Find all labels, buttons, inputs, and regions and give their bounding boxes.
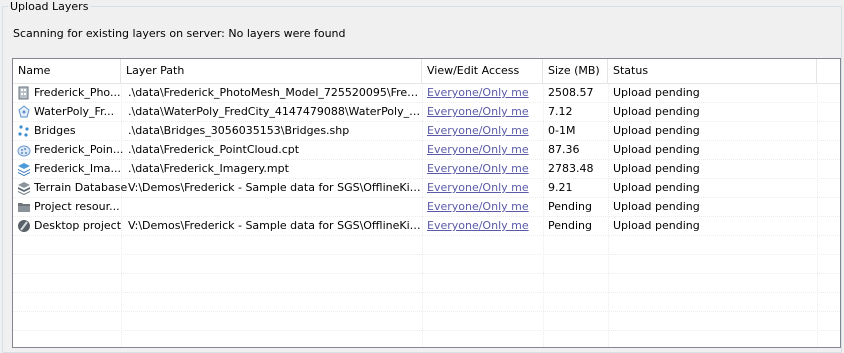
row-name: Terrain Database [34,181,128,194]
table-row[interactable]: Bridges .\data\Bridges_3056035153\Bridge… [13,122,840,141]
column-header-access[interactable]: View/Edit Access [422,59,543,83]
empty-row [13,236,840,255]
row-size: 2508.57 [548,86,594,99]
row-name: Frederick_Poin... [34,143,124,156]
building-mesh-icon [18,86,29,100]
row-status: Upload pending [613,143,700,156]
row-status: Upload pending [613,200,700,213]
empty-row [13,331,840,347]
row-status: Upload pending [613,181,700,194]
desktop-project-icon [18,220,30,232]
row-path [123,198,423,216]
imagery-layers-icon [18,163,30,176]
column-header-path[interactable]: Layer Path [121,59,422,83]
polygon-layer-icon [18,105,30,118]
column-header-status[interactable]: Status [608,59,817,83]
table-row[interactable]: Desktop project V:\Demos\Frederick - Sam… [13,217,840,236]
row-name: Frederick_Ima... [34,162,122,175]
table-row[interactable]: Terrain Database V:\Demos\Frederick - Sa… [13,179,840,198]
table-row[interactable]: Frederick_Poin... .\data\Frederick_Point… [13,141,840,160]
empty-row [13,274,840,293]
row-size: 7.12 [548,105,573,118]
row-status: Upload pending [613,86,700,99]
terrain-database-icon [18,182,30,195]
row-path: .\data\Bridges_3056035153\Bridges.shp [128,124,350,137]
row-path: .\data\Frederick_PhotoMesh_Model_7255200… [128,86,423,99]
table-row[interactable]: Frederick_Pho... .\data\Frederick_PhotoM… [13,84,840,103]
list-rows: Frederick_Pho... .\data\Frederick_PhotoM… [13,84,840,347]
scan-status-message: Scanning for existing layers on server: … [13,27,346,40]
group-title: Upload Layers [8,0,91,14]
layers-list[interactable]: Name Layer Path View/Edit Access Size (M… [12,58,841,348]
empty-row [13,293,840,312]
row-name: WaterPoly_Fr... [34,105,115,118]
point-cloud-icon [17,145,31,157]
access-link[interactable]: Everyone/Only me [422,179,544,197]
folder-icon [18,203,30,212]
row-path: .\data\Frederick_Imagery.mpt [128,162,289,175]
row-name: Frederick_Pho... [34,86,121,99]
access-link[interactable]: Everyone/Only me [422,217,544,235]
table-row[interactable]: Project resour... Everyone/Only me Pendi… [13,198,840,217]
column-header-size[interactable]: Size (MB) [543,59,608,83]
row-path: .\data\Frederick_PointCloud.cpt [128,143,300,156]
row-name: Project resour... [34,200,120,213]
row-size: Pending [548,200,592,213]
list-header: Name Layer Path View/Edit Access Size (M… [13,59,840,84]
row-status: Upload pending [613,162,700,175]
row-size: 87.36 [548,143,580,156]
column-header-filler [817,59,840,83]
row-status: Upload pending [613,124,700,137]
row-status: Upload pending [613,105,700,118]
row-status: Upload pending [613,219,700,232]
point-layer-icon [18,125,29,137]
table-row[interactable]: WaterPoly_Fr... .\data\WaterPoly_FredCit… [13,103,840,122]
row-size: 2783.48 [548,162,594,175]
table-row[interactable]: Frederick_Ima... .\data\Frederick_Imager… [13,160,840,179]
row-name: Bridges [34,124,76,137]
empty-row [13,312,840,331]
access-link[interactable]: Everyone/Only me [422,141,544,159]
row-size: 9.21 [548,181,573,194]
access-link[interactable]: Everyone/Only me [422,160,544,178]
access-link[interactable]: Everyone/Only me [422,84,544,102]
empty-row [13,255,840,274]
access-link[interactable]: Everyone/Only me [422,198,544,216]
row-name: Desktop project [34,219,122,232]
row-path: V:\Demos\Frederick - Sample data for SGS… [128,181,423,194]
row-size: 0-1M [548,124,576,137]
row-size: Pending [548,219,592,232]
access-link[interactable]: Everyone/Only me [422,122,544,140]
row-path: .\data\WaterPoly_FredCity_4147479088\Wat… [128,105,423,118]
access-link[interactable]: Everyone/Only me [422,103,544,121]
row-path: V:\Demos\Frederick - Sample data for SGS… [128,219,423,232]
column-header-name[interactable]: Name [13,59,121,83]
